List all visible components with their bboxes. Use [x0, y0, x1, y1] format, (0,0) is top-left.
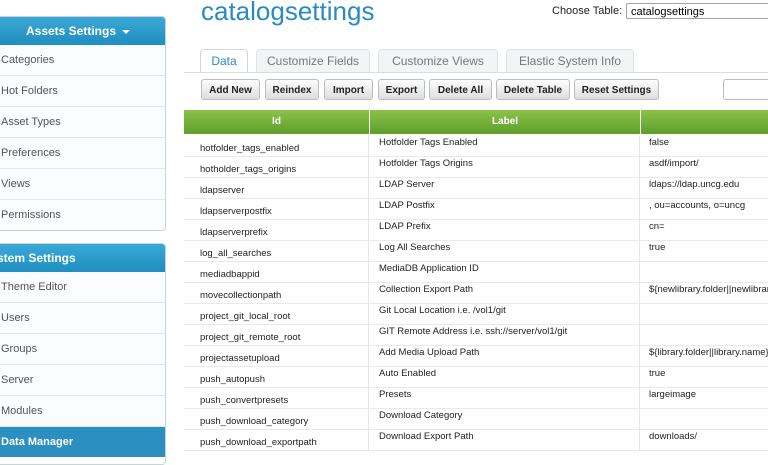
sidebar-item-hot-folders[interactable]: Hot Folders [0, 75, 165, 106]
cell-label: LDAP Prefix [370, 219, 640, 240]
assets-settings-header[interactable]: Assets Settings [0, 17, 165, 45]
cell-label: Add Media Upload Path [370, 345, 640, 366]
cell-label: Download Export Path [370, 429, 640, 450]
column-header-value[interactable] [641, 110, 768, 134]
cell-label: Git Local Location i.e. /vol1/git [370, 303, 640, 324]
page-title: catalogsettings [201, 0, 375, 26]
delete-all-button[interactable]: Delete All [429, 79, 492, 100]
cell-id: push_download_category [184, 408, 369, 429]
delete-table-button[interactable]: Delete Table [496, 79, 570, 100]
sidebar-item-preferences[interactable]: Preferences [0, 137, 165, 168]
table-row[interactable]: push_convertpresets Presets largeimage [184, 387, 768, 409]
export-button[interactable]: Export [378, 79, 425, 100]
cell-value [641, 324, 768, 345]
cell-value: true [649, 368, 666, 379]
add-new-button[interactable]: Add New [201, 79, 260, 100]
cell-value: largeimage [649, 389, 696, 400]
cell-value: false [649, 137, 670, 148]
cell-value [641, 408, 768, 429]
tab-customize-views[interactable]: Customize Views [378, 49, 498, 73]
sidebar-item-data-manager[interactable]: Data Manager [0, 426, 165, 457]
table-row[interactable]: hotholder_tags_origins Hotfolder Tags Ori… [184, 156, 768, 178]
assets-settings-title: Assets Settings [25, 24, 117, 38]
cell-value: true [649, 242, 666, 253]
cell-id: ldapserverprefix [184, 219, 369, 240]
table-row[interactable]: push_download_category Download Category [184, 408, 768, 430]
cell-value: ${newlibrary.folder||newlibrary [649, 284, 768, 295]
tabs-divider [184, 72, 768, 73]
cell-id: push_autopush [184, 366, 369, 387]
table-row[interactable]: projectassetupload Add Media Upload Path $… [184, 345, 768, 367]
system-settings-panel: stem Settings Theme Editor Users Groups … [0, 243, 166, 465]
cell-label: MediaDB Application ID [370, 261, 640, 282]
cell-id: push_download_exportpath [184, 429, 369, 450]
sidebar-item-groups[interactable]: Groups [0, 333, 165, 364]
table-row[interactable]: mediadbappid MediaDB Application ID [184, 261, 768, 283]
sidebar-item-theme-editor[interactable]: Theme Editor [0, 272, 165, 302]
cell-value [641, 261, 768, 282]
tab-elastic-system-info[interactable]: Elastic System Info [506, 49, 634, 73]
cell-id: project_git_local_root [184, 303, 369, 324]
sidebar-item-permissions[interactable]: Permissions [0, 199, 165, 230]
reindex-button[interactable]: Reindex [265, 79, 319, 100]
assets-settings-panel: Assets Settings Categories Hot Folders A… [0, 16, 166, 231]
cell-label: Log All Searches [370, 240, 640, 261]
system-settings-list: Theme Editor Users Groups Server Modules… [0, 272, 165, 457]
cell-label: Presets [370, 387, 640, 408]
sidebar-item-asset-types[interactable]: Asset Types [0, 106, 165, 137]
cell-id: movecollectionpath [184, 282, 369, 303]
cell-label: Hotfolder Tags Enabled [370, 135, 640, 156]
column-header-label[interactable]: Label [370, 110, 640, 134]
table-row[interactable]: ldapserverpostfix LDAP Postfix , ou=accoun… [184, 198, 768, 220]
cell-value [641, 303, 768, 324]
tab-data[interactable]: Data [200, 49, 248, 73]
cell-value: , ou=accounts, o=uncg [649, 200, 746, 211]
tab-customize-fields[interactable]: Customize Fields [256, 49, 370, 73]
assets-settings-list: Categories Hot Folders Asset Types Prefe… [0, 45, 165, 230]
system-settings-header[interactable]: stem Settings [0, 244, 165, 272]
cell-value: asdf/import/ [649, 158, 699, 169]
column-header-id[interactable]: Id [184, 110, 369, 134]
table-row[interactable]: push_autopush Auto Enabled true [184, 366, 768, 388]
table-row[interactable]: ldapserver LDAP Server ldaps://ldap.uncg.e… [184, 177, 768, 199]
cell-id: push_convertpresets [184, 387, 369, 408]
sidebar-item-views[interactable]: Views [0, 168, 165, 199]
cell-value: ldaps://ldap.uncg.edu [649, 179, 740, 190]
cell-label: Collection Export Path [370, 282, 640, 303]
cell-label: LDAP Postfix [370, 198, 640, 219]
table-row[interactable]: project_git_local_root Git Local Location… [184, 303, 768, 325]
cell-id: projectassetupload [184, 345, 369, 366]
cell-id: ldapserver [184, 177, 369, 198]
table-row[interactable]: hotfolder_tags_enabled Hotfolder Tags Ena… [184, 135, 768, 157]
cell-id: hotfolder_tags_enabled [184, 135, 369, 156]
cell-value: cn= [649, 221, 665, 232]
search-input[interactable] [723, 79, 768, 100]
cell-id: ldapserverpostfix [184, 198, 369, 219]
cell-label: Download Category [370, 408, 640, 429]
sidebar-item-server[interactable]: Server [0, 364, 165, 395]
cell-label: Hotfolder Tags Origins [370, 156, 640, 177]
cell-id: mediadbappid [184, 261, 369, 282]
sidebar-item-users[interactable]: Users [0, 302, 165, 333]
cell-label: LDAP Server [370, 177, 640, 198]
table-row[interactable]: project_git_remote_root GIT Remote Addres… [184, 324, 768, 346]
cell-label: Auto Enabled [370, 366, 640, 387]
reset-settings-button[interactable]: Reset Settings [574, 79, 659, 100]
cell-id: log_all_searches [184, 240, 369, 261]
cell-id: hotholder_tags_origins [184, 156, 369, 177]
table-row[interactable]: ldapserverprefix LDAP Prefix cn= [184, 219, 768, 241]
choose-table-select[interactable]: catalogsettings [626, 3, 768, 19]
sidebar-item-modules[interactable]: Modules [0, 395, 165, 426]
cell-id: project_git_remote_root [184, 324, 369, 345]
import-button[interactable]: Import [324, 79, 373, 100]
cell-label: GIT Remote Address i.e. ssh://server/vol… [370, 324, 640, 345]
table-row[interactable]: log_all_searches Log All Searches true [184, 240, 768, 262]
caret-down-icon [122, 29, 131, 34]
cell-value: ${library.folder||library.name} [649, 347, 768, 358]
sidebar-item-categories[interactable]: Categories [0, 45, 165, 75]
table-row[interactable]: movecollectionpath Collection Export Path… [184, 282, 768, 304]
cell-value: downloads/ [649, 431, 698, 442]
choose-table-label: Choose Table: [552, 5, 623, 17]
